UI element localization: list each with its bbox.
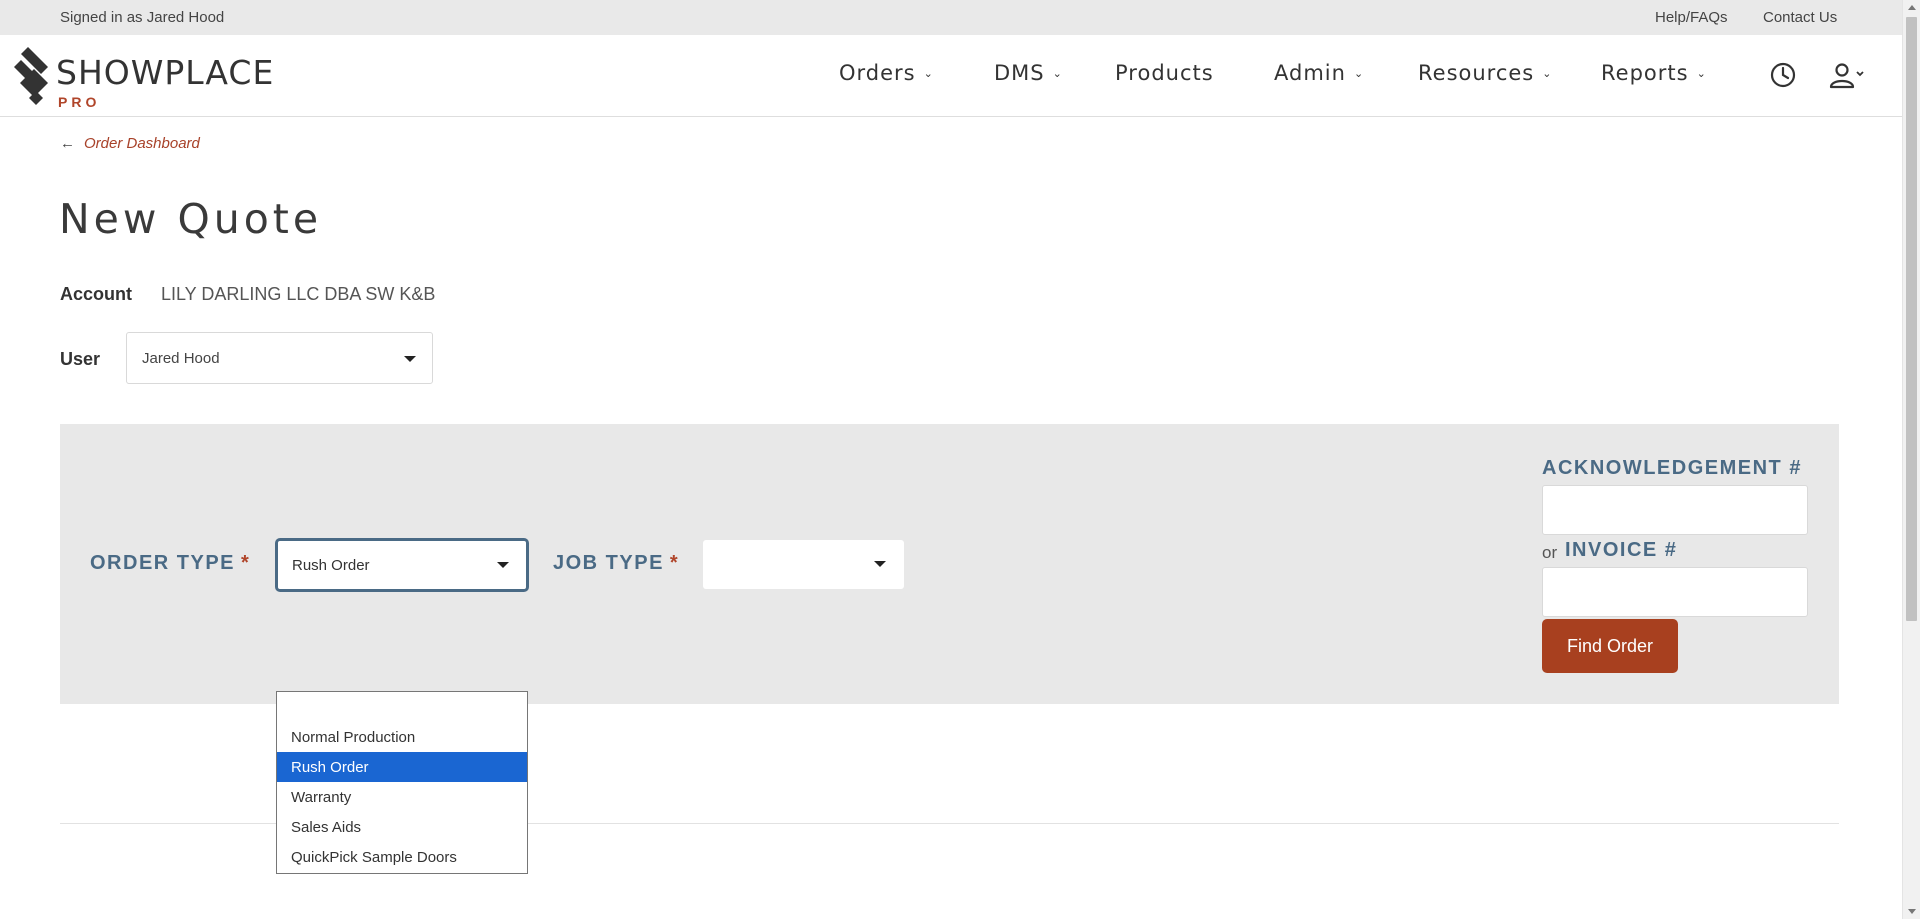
clock-icon[interactable] [1769, 61, 1797, 89]
breadcrumb-link[interactable]: Order Dashboard [84, 135, 200, 152]
account-label: Account [60, 284, 132, 304]
chevron-down-icon: ⌄ [1353, 67, 1365, 80]
caret-down-icon [404, 356, 416, 362]
nav-dms-label: DMS [994, 61, 1045, 85]
nav-orders[interactable]: Orders ⌄ [839, 61, 934, 85]
chevron-down-icon: ⌄ [1052, 67, 1063, 80]
main-header: SHOWPLACE PRO Orders ⌄ DMS ⌄ Products Admi… [0, 35, 1902, 117]
chevron-down-icon: ⌄ [1696, 67, 1707, 80]
logo-mark-icon [14, 47, 48, 105]
signed-in-text: Signed in as Jared Hood [60, 9, 225, 26]
nav-products[interactable]: Products [1115, 61, 1214, 85]
dropdown-option-quickpick-sample-doors[interactable]: QuickPick Sample Doors [277, 842, 527, 872]
find-order-button[interactable]: Find Order [1542, 619, 1678, 673]
job-type-label-text: JOB TYPE [553, 552, 664, 574]
acknowledgement-label: ACKNOWLEDGEMENT # [1542, 457, 1802, 479]
nav-reports-label: Reports [1601, 61, 1689, 85]
or-text: or [1542, 543, 1558, 562]
page-title: New Quote [59, 195, 323, 243]
required-marker: * [241, 552, 251, 574]
acknowledgement-input[interactable] [1542, 485, 1808, 535]
job-type-label: JOB TYPE * [553, 552, 679, 575]
caret-down-icon [874, 561, 886, 567]
scroll-down-arrow-icon[interactable] [1908, 909, 1916, 914]
contact-us-link[interactable]: Contact Us [1763, 9, 1837, 26]
dropdown-option-sales-aids[interactable]: Sales Aids [277, 812, 527, 842]
order-type-label: ORDER TYPE * [90, 552, 250, 575]
scrollbar-thumb[interactable] [1906, 17, 1917, 621]
showplace-logo[interactable]: SHOWPLACE PRO [14, 45, 275, 110]
vertical-scrollbar[interactable] [1902, 0, 1920, 919]
order-type-select[interactable]: Rush Order [275, 538, 529, 592]
user-icon[interactable] [1828, 61, 1864, 89]
dropdown-option-rush-order[interactable]: Rush Order [277, 752, 527, 782]
chevron-down-icon: ⌄ [923, 67, 934, 80]
nav-admin-label: Admin [1274, 61, 1346, 85]
caret-down-icon [497, 562, 509, 568]
nav-resources[interactable]: Resources ⌄ [1418, 61, 1552, 85]
arrow-left-icon: ← [60, 135, 75, 152]
required-marker: * [669, 552, 680, 574]
invoice-label: INVOICE # [1565, 539, 1678, 561]
order-type-select-value: Rush Order [292, 557, 370, 574]
user-label: User [60, 349, 101, 369]
logo-subtitle: PRO [58, 94, 101, 110]
scroll-up-arrow-icon[interactable] [1908, 5, 1916, 10]
top-utility-bar: Signed in as Jared Hood Help/FAQs Contac… [0, 0, 1902, 35]
nav-resources-label: Resources [1418, 61, 1535, 85]
nav-orders-label: Orders [839, 61, 916, 85]
nav-dms[interactable]: DMS ⌄ [994, 61, 1063, 85]
user-select-value: Jared Hood [142, 350, 220, 367]
invoice-input[interactable] [1542, 567, 1808, 617]
help-faqs-link[interactable]: Help/FAQs [1655, 9, 1728, 26]
order-type-label-text: ORDER TYPE [90, 552, 236, 574]
nav-admin[interactable]: Admin ⌄ [1274, 61, 1364, 85]
account-value: LILY DARLING LLC DBA SW K&B [161, 284, 436, 304]
user-select[interactable]: Jared Hood [126, 332, 433, 384]
nav-reports[interactable]: Reports ⌄ [1601, 61, 1707, 85]
job-type-select[interactable] [703, 540, 904, 589]
nav-products-label: Products [1115, 61, 1214, 85]
chevron-down-icon: ⌄ [1542, 67, 1553, 80]
breadcrumb[interactable]: ← Order Dashboard [60, 135, 200, 152]
dropdown-option-blank[interactable] [277, 692, 527, 722]
dropdown-option-warranty[interactable]: Warranty [277, 782, 527, 812]
order-type-dropdown-list: Normal Production Rush Order Warranty Sa… [276, 691, 528, 874]
logo-wordmark: SHOWPLACE [56, 53, 275, 92]
dropdown-option-normal-production[interactable]: Normal Production [277, 722, 527, 752]
